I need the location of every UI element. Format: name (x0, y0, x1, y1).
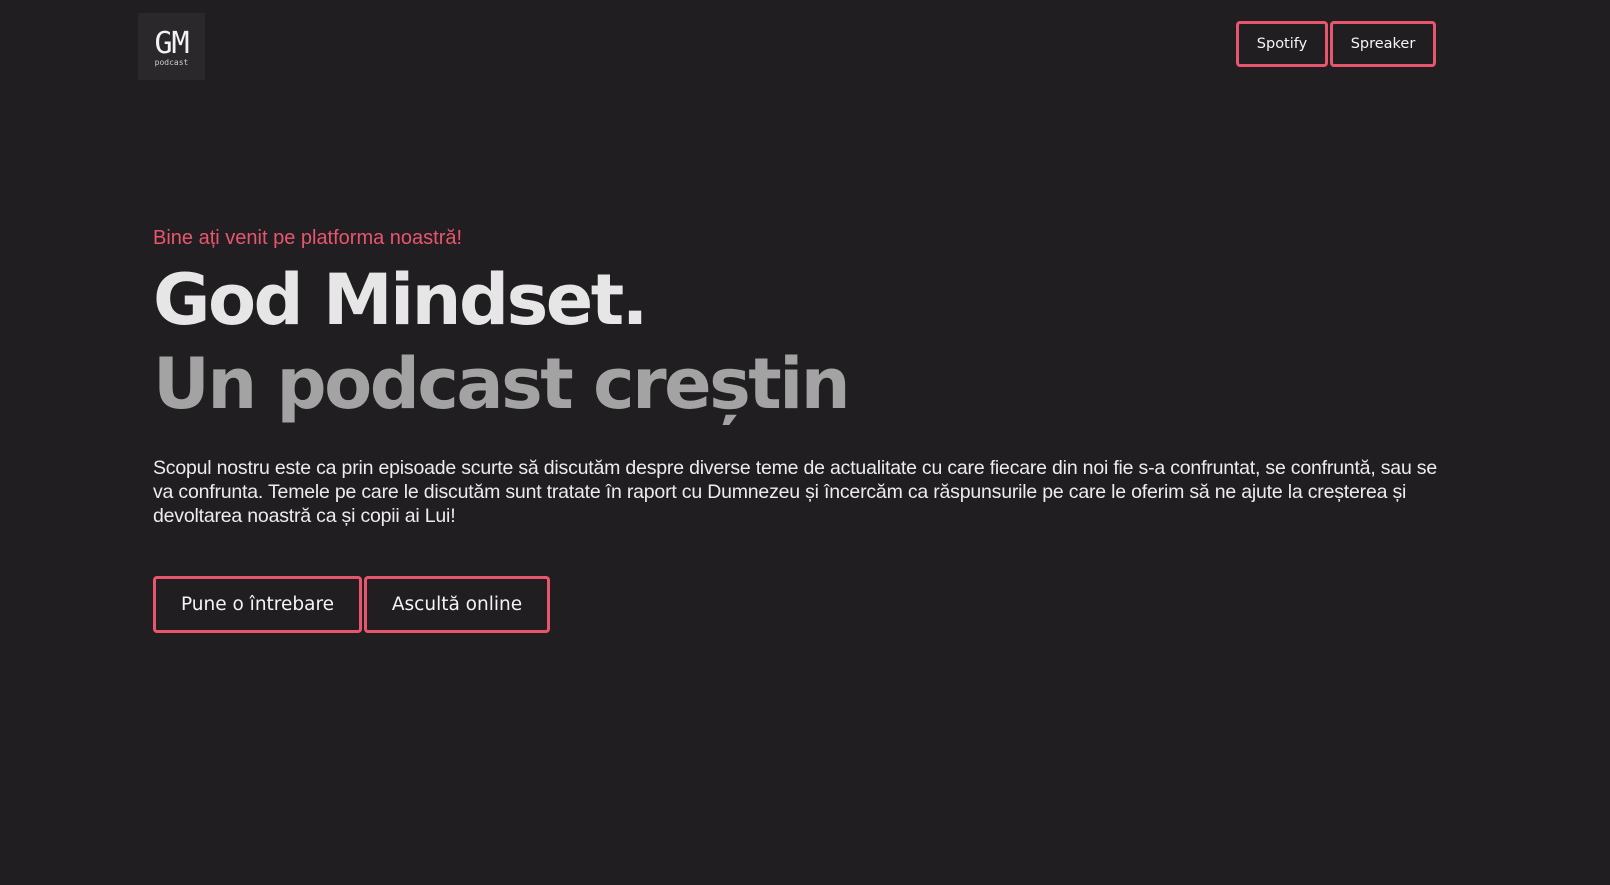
page-subtitle: Un podcast creștin (153, 343, 851, 425)
cta-buttons: Pune o întrebare Ascultă online (153, 576, 1453, 633)
logo-mark: GM (154, 25, 189, 61)
header-nav: Spotify Spreaker (1236, 21, 1436, 67)
site-header: GM podcast Spotify Spreaker (0, 0, 1610, 90)
logo[interactable]: GM podcast (138, 13, 205, 80)
listen-online-button[interactable]: Ascultă online (364, 576, 550, 633)
logo-subtitle: podcast (154, 57, 189, 67)
hero-section: Bine ați venit pe platforma noastră! God… (153, 224, 1453, 633)
welcome-text: Bine ați venit pe platforma noastră! (153, 227, 463, 249)
description-paragraph: Scopul nostru este ca prin episoade scur… (153, 457, 1438, 527)
ask-question-button[interactable]: Pune o întrebare (153, 576, 362, 633)
page-title: God Mindset. (153, 259, 648, 341)
spotify-button[interactable]: Spotify (1236, 21, 1328, 67)
spreaker-button[interactable]: Spreaker (1330, 21, 1436, 67)
